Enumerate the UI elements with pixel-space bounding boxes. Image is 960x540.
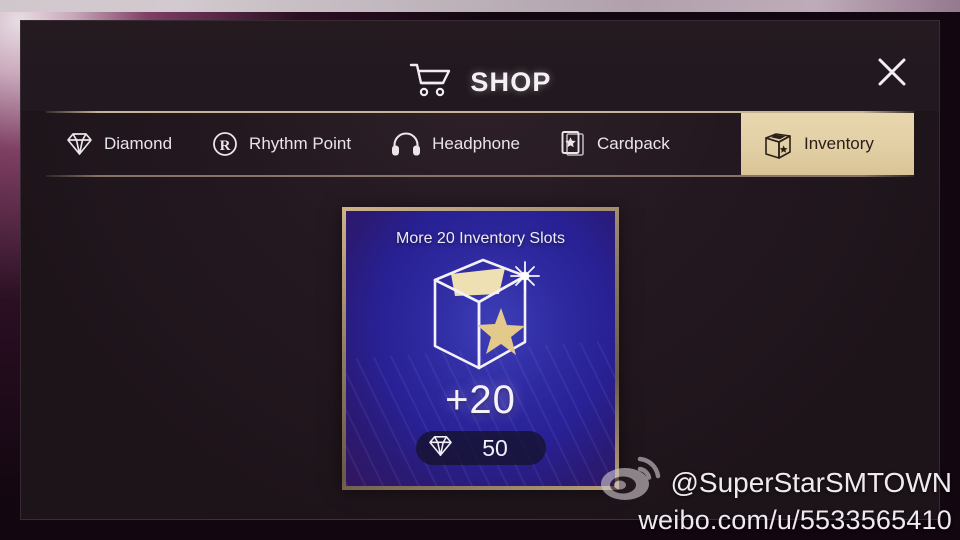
tabbar-container: Diamond R Rhythm Point Headphone Cardpac… <box>21 111 939 177</box>
tabbar: Diamond R Rhythm Point Headphone Cardpac… <box>46 113 914 175</box>
svg-text:R: R <box>220 138 231 154</box>
product-amount: +20 <box>445 378 516 422</box>
product-card-inner: More 20 Inventory Slots +20 50 <box>346 211 615 486</box>
headphone-icon <box>391 132 421 156</box>
page-title: SHOP <box>470 67 552 97</box>
tab-inventory[interactable]: Inventory <box>741 113 914 175</box>
tab-cardpack[interactable]: Cardpack <box>540 113 690 175</box>
diamond-gem-icon <box>428 435 453 462</box>
tab-cardpack-label: Cardpack <box>597 134 670 153</box>
product-price-value: 50 <box>482 434 508 461</box>
open-box-with-star-icon <box>433 258 540 370</box>
shop-dialog: SHOP Diamond R Rhythm Point Headphone Ca… <box>20 20 940 520</box>
product-card-inventory-slots[interactable]: More 20 Inventory Slots +20 50 <box>342 207 619 490</box>
cardpack-star-icon <box>560 130 586 158</box>
close-button[interactable] <box>865 45 919 99</box>
shop-header: SHOP <box>21 21 939 111</box>
tab-diamond[interactable]: Diamond <box>46 113 192 175</box>
shopping-cart-icon <box>408 61 454 104</box>
tab-headphone-label: Headphone <box>432 134 521 153</box>
shop-content: More 20 Inventory Slots +20 50 <box>21 177 939 521</box>
circled-r-icon: R <box>212 131 238 157</box>
product-price-button[interactable]: 50 <box>415 431 546 465</box>
close-x-icon <box>878 58 906 86</box>
inventory-box-icon <box>763 129 793 160</box>
diamond-gem-icon <box>66 132 93 156</box>
product-artwork <box>346 250 615 382</box>
product-title: More 20 Inventory Slots <box>396 230 565 247</box>
header-title-group: SHOP <box>21 61 939 104</box>
tab-rhythm-point[interactable]: R Rhythm Point <box>192 113 371 175</box>
tab-headphone[interactable]: Headphone <box>371 113 540 175</box>
tab-inventory-label: Inventory <box>804 134 874 153</box>
tab-rhythm-point-label: Rhythm Point <box>249 134 352 153</box>
screen-root: SHOP Diamond R Rhythm Point Headphone Ca… <box>0 0 960 540</box>
tab-diamond-label: Diamond <box>104 134 173 153</box>
